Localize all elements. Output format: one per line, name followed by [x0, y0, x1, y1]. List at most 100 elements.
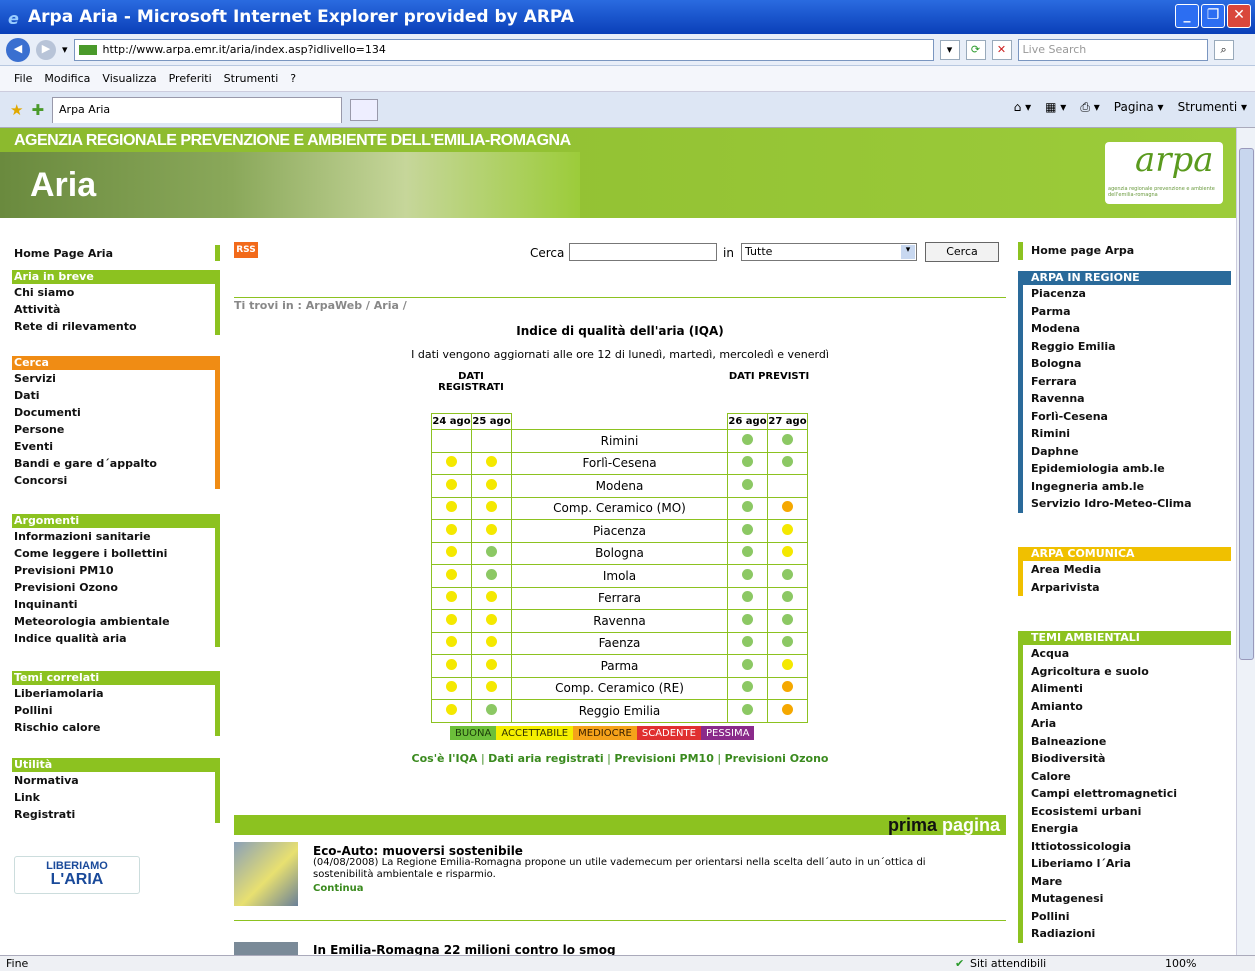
forward-button[interactable]: ▶: [36, 39, 56, 60]
right-nav-item[interactable]: Ravenna: [1023, 390, 1231, 408]
right-nav-item[interactable]: Amianto: [1023, 698, 1231, 716]
left-nav-item[interactable]: Servizi: [12, 370, 220, 387]
right-nav-item[interactable]: Modena: [1023, 320, 1231, 338]
left-nav-group-title[interactable]: Aria in breve: [12, 270, 220, 284]
url-input[interactable]: http://www.arpa.emr.it/aria/index.asp?id…: [73, 38, 934, 61]
home-page-arpa-link[interactable]: Home page Arpa: [1018, 242, 1226, 260]
liberiamo-aria-badge[interactable]: LIBERIAMO L'ARIA: [14, 856, 140, 894]
news-continue-link[interactable]: Continua: [313, 883, 364, 894]
news-image[interactable]: [234, 842, 298, 906]
site-search-input[interactable]: [569, 243, 717, 261]
right-nav-item[interactable]: Servizio Idro-Meteo-Clima: [1023, 495, 1231, 513]
zoom-level[interactable]: 100%: [1165, 957, 1196, 970]
right-nav-item[interactable]: Ingegneria amb.le: [1023, 478, 1231, 496]
close-button[interactable]: ✕: [1227, 4, 1251, 28]
left-nav-item[interactable]: Rischio calore: [12, 719, 220, 736]
left-nav-item[interactable]: Pollini: [12, 702, 220, 719]
right-nav-item[interactable]: Ittiotossicologia: [1023, 838, 1231, 856]
news-title-2[interactable]: In Emilia-Romagna 22 milioni contro lo s…: [313, 943, 616, 955]
right-nav-item[interactable]: Mare: [1023, 873, 1231, 891]
print-icon[interactable]: ⎙ ▾: [1080, 100, 1099, 115]
refresh-button[interactable]: ⟳: [965, 39, 986, 60]
favorites-star-icon[interactable]: ★: [10, 101, 23, 119]
news-image-2[interactable]: [234, 942, 298, 955]
left-nav-item[interactable]: Link: [12, 789, 220, 806]
page-menu[interactable]: Pagina ▾: [1114, 100, 1164, 115]
search-scope-select[interactable]: Tutte ▾: [741, 243, 917, 261]
link-cos-e-iqa[interactable]: Cos'è l'IQA: [412, 752, 478, 765]
left-nav-item[interactable]: Concorsi: [12, 472, 220, 489]
left-nav-item[interactable]: Indice qualità aria: [12, 630, 220, 647]
search-go-button[interactable]: ⌕: [1213, 39, 1234, 60]
menu-file[interactable]: File: [14, 72, 32, 85]
left-nav-item[interactable]: Attività: [12, 301, 220, 318]
right-nav-item[interactable]: Epidemiologia amb.le: [1023, 460, 1231, 478]
left-nav-item[interactable]: Persone: [12, 421, 220, 438]
right-nav-item[interactable]: Aria: [1023, 715, 1231, 733]
right-nav-item[interactable]: Agricoltura e suolo: [1023, 663, 1231, 681]
left-nav-item[interactable]: Previsioni Ozono: [12, 579, 220, 596]
right-nav-item[interactable]: Acqua: [1023, 645, 1231, 663]
left-nav-item[interactable]: Dati: [12, 387, 220, 404]
menu-preferiti[interactable]: Preferiti: [169, 72, 212, 85]
left-nav-item[interactable]: Previsioni PM10: [12, 562, 220, 579]
right-nav-group-title[interactable]: ARPA COMUNICA: [1023, 547, 1231, 561]
left-nav-item[interactable]: Eventi: [12, 438, 220, 455]
left-nav-item[interactable]: Registrati: [12, 806, 220, 823]
link-previsioni-ozono[interactable]: Previsioni Ozono: [725, 752, 829, 765]
vertical-scrollbar[interactable]: [1236, 128, 1255, 955]
link-dati-registrati[interactable]: Dati aria registrati: [488, 752, 604, 765]
add-favorite-icon[interactable]: ✚: [31, 101, 44, 119]
stop-button[interactable]: ✕: [991, 39, 1012, 60]
right-nav-item[interactable]: Alimenti: [1023, 680, 1231, 698]
right-nav-item[interactable]: Energia: [1023, 820, 1231, 838]
rss-icon[interactable]: RSS: [234, 242, 258, 258]
right-nav-item[interactable]: Pollini: [1023, 908, 1231, 926]
right-nav-item[interactable]: Parma: [1023, 303, 1231, 321]
right-nav-group-title[interactable]: TEMI AMBIENTALI: [1023, 631, 1231, 645]
tools-menu[interactable]: Strumenti ▾: [1178, 100, 1247, 115]
back-button[interactable]: ◀: [6, 37, 30, 62]
minimize-button[interactable]: _: [1175, 4, 1199, 28]
right-nav-item[interactable]: Ecosistemi urbani: [1023, 803, 1231, 821]
left-nav-item[interactable]: Meteorologia ambientale: [12, 613, 220, 630]
new-tab-button[interactable]: [350, 98, 379, 121]
left-nav-group-title[interactable]: Temi correlati: [12, 671, 220, 685]
menu-modifica[interactable]: Modifica: [44, 72, 90, 85]
home-icon[interactable]: ⌂ ▾: [1014, 100, 1031, 115]
right-nav-item[interactable]: Balneazione: [1023, 733, 1231, 751]
right-nav-item[interactable]: Piacenza: [1023, 285, 1231, 303]
right-nav-item[interactable]: Forlì-Cesena: [1023, 408, 1231, 426]
right-nav-item[interactable]: Calore: [1023, 768, 1231, 786]
right-nav-item[interactable]: Campi elettromagnetici: [1023, 785, 1231, 803]
right-nav-group-title[interactable]: ARPA IN REGIONE: [1023, 271, 1231, 285]
url-dropdown-button[interactable]: ▾: [939, 39, 960, 60]
left-nav-item[interactable]: Inquinanti: [12, 596, 220, 613]
right-nav-item[interactable]: Biodiversità: [1023, 750, 1231, 768]
feeds-icon[interactable]: ▦ ▾: [1045, 100, 1066, 115]
right-nav-item[interactable]: Area Media: [1023, 561, 1231, 579]
left-nav-group-title[interactable]: Cerca: [12, 356, 220, 370]
right-nav-item[interactable]: Bologna: [1023, 355, 1231, 373]
live-search-input[interactable]: Live Search: [1017, 38, 1208, 61]
right-nav-item[interactable]: Liberiamo l´Aria: [1023, 855, 1231, 873]
home-page-aria-link[interactable]: Home Page Aria: [12, 245, 220, 261]
right-nav-item[interactable]: Arparivista: [1023, 579, 1231, 597]
left-nav-item[interactable]: Come leggere i bollettini: [12, 545, 220, 562]
left-nav-item[interactable]: Chi siamo: [12, 284, 220, 301]
tab-arpa-aria[interactable]: Arpa Aria: [52, 96, 343, 123]
right-nav-item[interactable]: Mutagenesi: [1023, 890, 1231, 908]
right-nav-item[interactable]: Radiazioni: [1023, 925, 1231, 943]
menu-visualizza[interactable]: Visualizza: [102, 72, 156, 85]
left-nav-item[interactable]: Normativa: [12, 772, 220, 789]
search-button[interactable]: Cerca: [925, 242, 999, 262]
scrollbar-thumb[interactable]: [1239, 148, 1254, 660]
left-nav-group-title[interactable]: Argomenti: [12, 514, 220, 528]
menu-help[interactable]: ?: [290, 72, 296, 85]
left-nav-item[interactable]: Bandi e gare d´appalto: [12, 455, 220, 472]
right-nav-item[interactable]: Daphne: [1023, 443, 1231, 461]
left-nav-item[interactable]: Liberiamolaria: [12, 685, 220, 702]
history-dropdown-icon[interactable]: ▾: [62, 43, 68, 56]
link-previsioni-pm10[interactable]: Previsioni PM10: [614, 752, 714, 765]
right-nav-item[interactable]: Ferrara: [1023, 373, 1231, 391]
